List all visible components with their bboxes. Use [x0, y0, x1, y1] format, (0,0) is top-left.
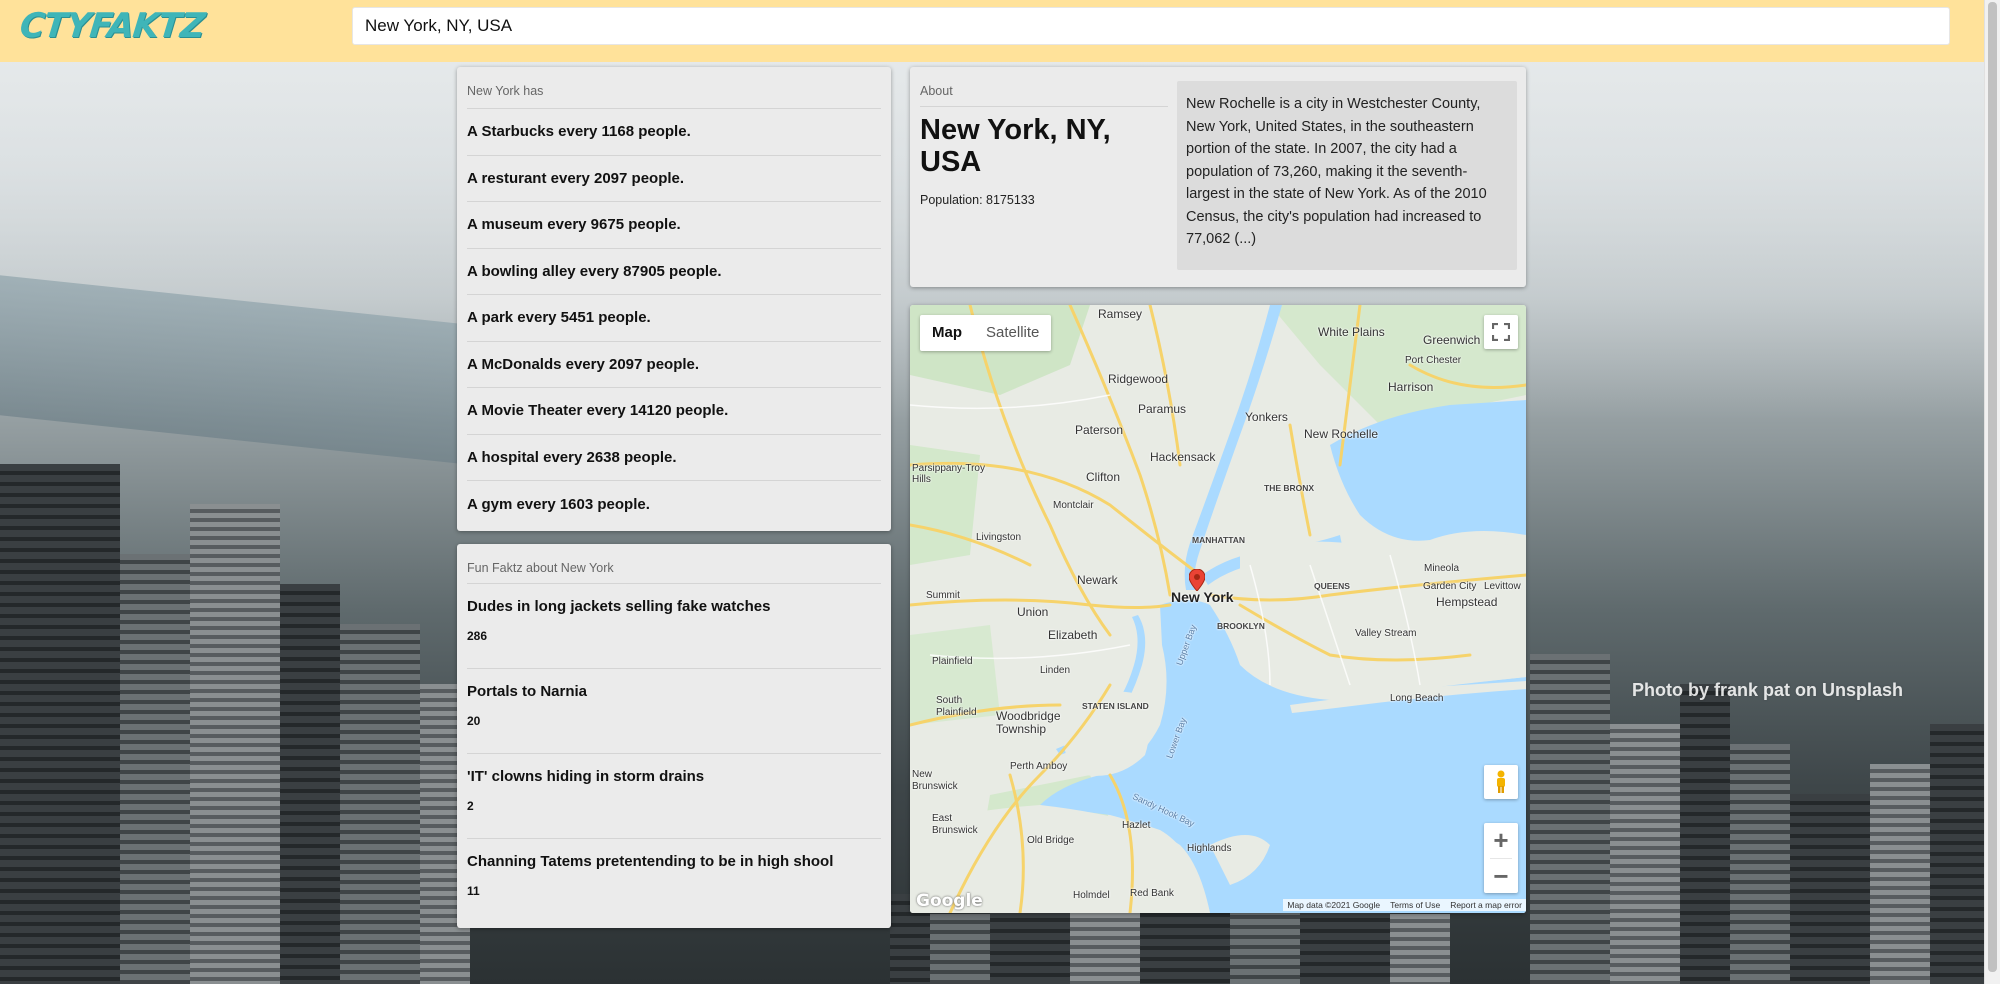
map-type-satellite-button[interactable]: Satellite	[974, 315, 1051, 351]
map-type-map-button[interactable]: Map	[920, 315, 974, 351]
map-label: Hackensack	[1150, 450, 1216, 464]
stat-item: A Movie Theater every 14120 people.	[467, 388, 881, 435]
map-label: Mineola	[1424, 563, 1460, 574]
app-logo[interactable]: CTYFAKTZ	[18, 6, 206, 46]
stat-item: A museum every 9675 people.	[467, 202, 881, 249]
scrollbar-thumb[interactable]	[1988, 2, 1997, 972]
map-label: Montclair	[1053, 500, 1094, 511]
map-label: Red Bank	[1130, 888, 1174, 899]
stat-item: A McDonalds every 2097 people.	[467, 342, 881, 388]
map-label: Holmdel	[1073, 890, 1110, 901]
fullscreen-button[interactable]	[1484, 315, 1518, 349]
terms-of-use-link[interactable]: Terms of Use	[1390, 900, 1440, 910]
fun-faktz-title: Fun Faktz about New York	[467, 544, 881, 584]
city-stats-card: New York has A Starbucks every 1168 peop…	[457, 67, 891, 531]
map-label: MANHATTAN	[1192, 535, 1246, 545]
fun-fact-count: 2	[467, 799, 474, 813]
map-label: Plainfield	[932, 656, 973, 667]
map-label: East Brunswick	[932, 813, 978, 836]
stat-item: A bowling alley every 87905 people.	[467, 249, 881, 295]
map-label: Summit	[926, 590, 960, 601]
map-label: THE BRONX	[1264, 483, 1315, 493]
about-card: About New York, NY, USA Population: 8175…	[910, 67, 1526, 287]
map-label: Woodbridge Township	[996, 709, 1061, 736]
fun-fact-item: Portals to Narnia 20	[467, 669, 881, 754]
fun-fact-count: 286	[467, 629, 488, 643]
map-label: Parsippany-Troy Hills	[912, 463, 985, 485]
map-attribution: Map data ©2021 Google Terms of Use Repor…	[1283, 899, 1526, 911]
map-label: Ramsey	[1098, 307, 1143, 321]
header-bar: CTYFAKTZ	[0, 0, 1984, 62]
stat-item: A gym every 1603 people.	[467, 495, 650, 513]
map-label: Paramus	[1138, 402, 1187, 416]
map-label: White Plains	[1318, 325, 1385, 339]
zoom-controls: + −	[1484, 823, 1518, 893]
map-label: Perth Amboy	[1010, 761, 1068, 772]
fun-fact-count: 20	[467, 714, 481, 728]
about-title: About	[920, 84, 1168, 107]
city-stats-title: New York has	[467, 67, 881, 109]
stat-item: A hospital every 2638 people.	[467, 435, 881, 481]
zoom-out-button[interactable]: −	[1484, 859, 1518, 894]
map-label: New York	[1171, 589, 1234, 605]
zoom-in-button[interactable]: +	[1484, 823, 1518, 858]
street-view-button[interactable]	[1484, 765, 1518, 799]
map-label: Hempstead	[1436, 595, 1498, 609]
page-scrollbar[interactable]	[1984, 0, 2000, 984]
map-label: Linden	[1040, 665, 1071, 676]
map-label: QUEENS	[1314, 581, 1350, 591]
map-label: Levittow	[1484, 581, 1521, 592]
map-label: Union	[1017, 605, 1049, 619]
map-label: Paterson	[1075, 423, 1124, 437]
pegman-icon	[1497, 770, 1505, 793]
fun-fact-label: 'IT' clowns hiding in storm drains	[467, 768, 705, 785]
map-label: Port Chester	[1405, 355, 1462, 366]
google-logo[interactable]: Google	[916, 891, 983, 911]
map-data-credit: Map data ©2021 Google	[1287, 900, 1381, 910]
map-label: Newark	[1077, 573, 1118, 587]
report-map-error-link[interactable]: Report a map error	[1450, 900, 1522, 910]
map-label: Garden City	[1423, 581, 1477, 592]
fun-fact-label: Portals to Narnia	[467, 683, 588, 700]
map-label: BROOKLYN	[1217, 621, 1265, 631]
fun-fact-item: Channing Tatems pretentending to be in h…	[467, 839, 881, 924]
stat-item: A park every 5451 people.	[467, 295, 881, 342]
map-label: New Brunswick	[912, 769, 958, 792]
map-label: Old Bridge	[1027, 835, 1075, 846]
fun-fact-item: 'IT' clowns hiding in storm drains 2	[467, 754, 881, 839]
map-label: Livingston	[976, 532, 1022, 543]
city-name-heading: New York, NY, USA	[920, 114, 1111, 178]
map-label: Hazlet	[1122, 820, 1151, 831]
map-label: STATEN ISLAND	[1082, 701, 1149, 711]
city-stats-list: A Starbucks every 1168 people. A restura…	[467, 109, 881, 528]
map-canvas[interactable]	[910, 305, 1526, 913]
map-label: Clifton	[1086, 470, 1121, 484]
fun-fact-label: Channing Tatems pretentending to be in h…	[467, 853, 834, 870]
map-label: Harrison	[1388, 380, 1434, 394]
map-label: South Plainfield	[936, 695, 977, 718]
fun-fact-count: 11	[467, 884, 480, 898]
map-widget[interactable]: Ramsey White Plains Greenwich Port Chest…	[910, 305, 1526, 913]
map-label: Long Beach	[1390, 693, 1444, 704]
map-type-toggle: Map Satellite	[920, 315, 1052, 351]
stat-item: A resturant every 2097 people.	[467, 156, 881, 202]
fullscreen-icon	[1492, 323, 1510, 341]
map-label: Yonkers	[1245, 410, 1288, 424]
city-search-input[interactable]	[352, 7, 1950, 45]
population-text: Population: 8175133	[920, 193, 1035, 207]
map-label: Highlands	[1187, 843, 1232, 854]
map-label: New Rochelle	[1304, 427, 1379, 441]
city-description: New Rochelle is a city in Westchester Co…	[1177, 81, 1517, 270]
map-label: Ridgewood	[1108, 372, 1169, 386]
map-label: Greenwich	[1423, 333, 1481, 347]
stat-item: A Starbucks every 1168 people.	[467, 109, 881, 156]
location-pin-icon[interactable]	[1189, 569, 1205, 591]
fun-fact-item: Dudes in long jackets selling fake watch…	[467, 584, 881, 669]
map-label: Elizabeth	[1048, 628, 1098, 642]
photo-credit: Photo by frank pat on Unsplash	[1632, 680, 1904, 700]
fun-fact-label: Dudes in long jackets selling fake watch…	[467, 598, 771, 615]
map-label: Valley Stream	[1355, 628, 1417, 639]
fun-faktz-card: Fun Faktz about New York Dudes in long j…	[457, 544, 891, 928]
